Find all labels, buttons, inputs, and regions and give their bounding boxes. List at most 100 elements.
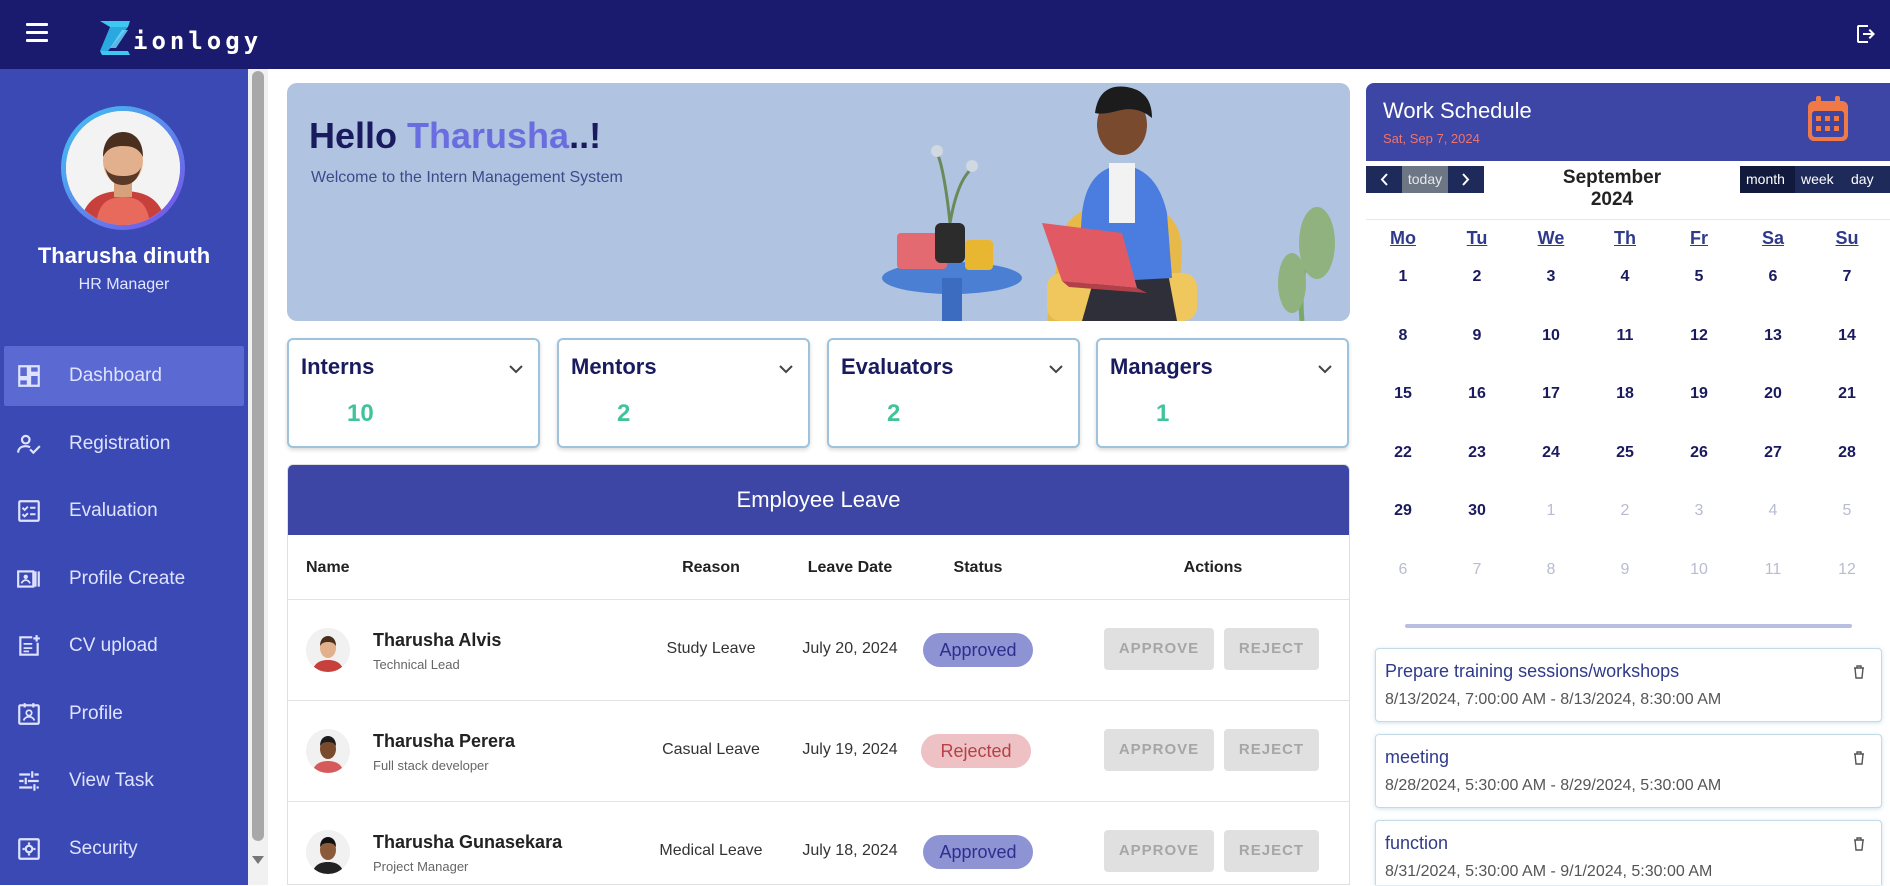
calendar-day-other-month[interactable]: 3 [1662,502,1736,520]
sidebar-item-profile[interactable]: Profile [4,684,244,744]
approve-button[interactable]: APPROVE [1104,830,1214,872]
sidebar-item-cv-upload[interactable]: CV upload [4,616,244,676]
avatar [306,628,350,672]
sidebar-item-registration[interactable]: Registration [4,414,244,474]
calendar-day[interactable]: 16 [1440,385,1514,403]
schedule-divider [1405,624,1852,628]
employee-name: Tharusha Gunasekara [373,832,563,852]
calendar-day[interactable]: 24 [1514,444,1588,462]
trash-icon[interactable] [1853,751,1865,765]
reject-button[interactable]: REJECT [1224,729,1319,771]
calendar-prev-button[interactable] [1366,166,1402,193]
trash-icon[interactable] [1853,665,1865,679]
app-logo[interactable]: ionlogy [98,14,262,56]
sidebar-item-evaluation[interactable]: Evaluation [4,481,244,541]
view-day-button[interactable]: day [1845,166,1890,193]
calendar-day[interactable]: 26 [1662,444,1736,462]
view-month-button[interactable]: month [1740,166,1795,193]
calendar-week-row: 6 7 8 9 10 11 12 [1366,547,1890,606]
calendar-day[interactable]: 23 [1440,444,1514,462]
contact-badge-icon [18,702,40,725]
menu-icon[interactable] [26,23,52,45]
reject-button[interactable]: REJECT [1224,830,1319,872]
calendar-day[interactable]: 11 [1588,327,1662,345]
logout-icon[interactable] [1854,22,1878,46]
welcome-banner: Hello Tharusha..! Welcome to the Intern … [287,83,1350,321]
calendar-today-button[interactable]: today [1402,166,1448,193]
calendar-day[interactable]: 25 [1588,444,1662,462]
stat-card-mentors[interactable]: Mentors 2 [557,338,810,448]
calendar-day[interactable]: 18 [1588,385,1662,403]
calendar-day[interactable]: 20 [1736,385,1810,403]
event-item[interactable]: Prepare training sessions/workshops 8/13… [1375,648,1882,722]
calendar-day[interactable]: 5 [1662,268,1736,286]
calendar-day-other-month[interactable]: 6 [1366,561,1440,579]
calendar-week-row: 29 30 1 2 3 4 5 [1366,488,1890,547]
chevron-down-icon[interactable] [1317,364,1333,374]
event-item[interactable]: function 8/31/2024, 5:30:00 AM - 9/1/202… [1375,820,1882,885]
trash-icon[interactable] [1853,837,1865,851]
approve-button[interactable]: APPROVE [1104,628,1214,670]
chevron-down-icon[interactable] [778,364,794,374]
event-item[interactable]: meeting 8/28/2024, 5:30:00 AM - 8/29/202… [1375,734,1882,808]
calendar-day[interactable]: 3 [1514,268,1588,286]
calendar-day[interactable]: 9 [1440,327,1514,345]
calendar-day-other-month[interactable]: 2 [1588,502,1662,520]
calendar-day[interactable]: 22 [1366,444,1440,462]
greeting-suffix: ..! [569,115,602,156]
calendar-day-other-month[interactable]: 1 [1514,502,1588,520]
calendar-day[interactable]: 17 [1514,385,1588,403]
calendar-day[interactable]: 21 [1810,385,1884,403]
stat-card-interns[interactable]: Interns 10 [287,338,540,448]
sidebar-item-label: Profile [69,702,123,724]
calendar-day-other-month[interactable]: 5 [1810,502,1884,520]
user-avatar[interactable] [61,106,185,230]
view-week-button[interactable]: week [1795,166,1845,193]
approve-button[interactable]: APPROVE [1104,729,1214,771]
calendar-day-other-month[interactable]: 8 [1514,561,1588,579]
leave-panel-title: Employee Leave [288,465,1349,535]
scrollbar-thumb[interactable] [252,71,264,841]
reject-button[interactable]: REJECT [1224,628,1319,670]
calendar-day[interactable]: 1 [1366,268,1440,286]
calendar-day[interactable]: 27 [1736,444,1810,462]
calendar-day[interactable]: 19 [1662,385,1736,403]
chevron-down-icon[interactable] [1048,364,1064,374]
calendar-day[interactable]: 10 [1514,327,1588,345]
sidebar-item-profile-create[interactable]: Profile Create [4,549,244,609]
calendar-day[interactable]: 30 [1440,502,1514,520]
column-header-name: Name [306,559,350,576]
sidebar-scrollbar[interactable] [248,69,268,885]
calendar-day[interactable]: 4 [1588,268,1662,286]
avatar [306,830,350,874]
user-name: Tharusha dinuth [37,243,211,268]
calendar-day[interactable]: 13 [1736,327,1810,345]
calendar-day[interactable]: 14 [1810,327,1884,345]
calendar-day[interactable]: 7 [1810,268,1884,286]
calendar-day-other-month[interactable]: 12 [1810,561,1884,579]
sidebar-item-view-task[interactable]: View Task [4,751,244,811]
calendar-week-row: 15 16 17 18 19 20 21 [1366,371,1890,430]
calendar-day-other-month[interactable]: 7 [1440,561,1514,579]
chevron-down-icon[interactable] [508,364,524,374]
calendar-day[interactable]: 6 [1736,268,1810,286]
event-title: Prepare training sessions/workshops [1385,661,1680,681]
scroll-down-arrow-icon[interactable] [252,856,264,864]
calendar-day-other-month[interactable]: 11 [1736,561,1810,579]
calendar-day-other-month[interactable]: 4 [1736,502,1810,520]
weekday-header: Su [1835,228,1859,248]
calendar-day[interactable]: 8 [1366,327,1440,345]
person-with-laptop-illustration [882,86,1335,321]
sidebar-item-security[interactable]: Security [4,819,244,879]
stat-card-managers[interactable]: Managers 1 [1096,338,1349,448]
stat-card-evaluators[interactable]: Evaluators 2 [827,338,1080,448]
calendar-day-other-month[interactable]: 10 [1662,561,1736,579]
calendar-day[interactable]: 29 [1366,502,1440,520]
sidebar-item-dashboard[interactable]: Dashboard [4,346,244,406]
calendar-day[interactable]: 12 [1662,327,1736,345]
calendar-day[interactable]: 2 [1440,268,1514,286]
calendar-day-other-month[interactable]: 9 [1588,561,1662,579]
calendar-next-button[interactable] [1448,166,1484,193]
calendar-day[interactable]: 15 [1366,385,1440,403]
calendar-day[interactable]: 28 [1810,444,1884,462]
